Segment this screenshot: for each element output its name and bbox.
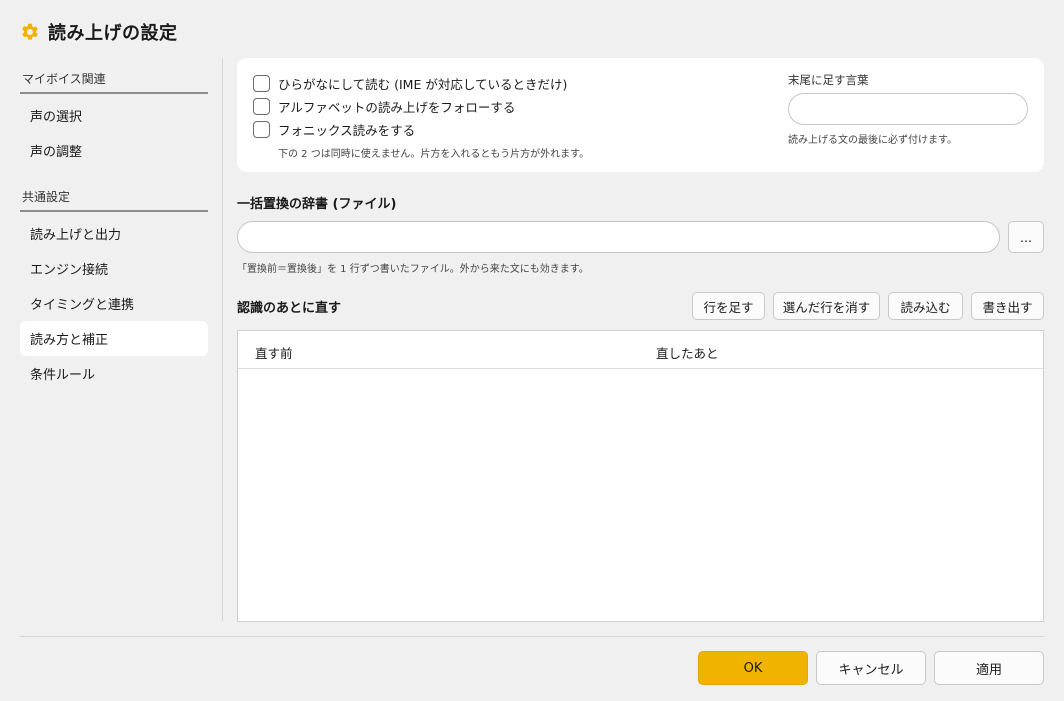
sidebar-item-timing-integration[interactable]: タイミングと連携 bbox=[20, 286, 208, 321]
phonics-reading-label: フォニックス読みをする bbox=[278, 123, 416, 138]
cancel-button[interactable]: キャンセル bbox=[816, 651, 926, 685]
sidebar-item-voice-select[interactable]: 声の選択 bbox=[20, 98, 208, 133]
sidebar-item-conditional-rules[interactable]: 条件ルール bbox=[20, 356, 208, 391]
reading-options-card: ひらがなにして読む (IME が対応しているときだけ) アルファベットの読み上げ… bbox=[237, 58, 1044, 172]
alphabet-follow-checkbox[interactable] bbox=[253, 98, 270, 115]
sidebar-item-reading-output[interactable]: 読み上げと出力 bbox=[20, 216, 208, 251]
dictionary-browse-button[interactable]: ... bbox=[1008, 221, 1044, 253]
sidebar-section-common: 共通設定 bbox=[20, 178, 208, 212]
remove-selected-rows-button[interactable]: 選んだ行を消す bbox=[773, 292, 880, 320]
sidebar-item-engine-connection[interactable]: エンジン接続 bbox=[20, 251, 208, 286]
suffix-input[interactable] bbox=[788, 93, 1028, 125]
hiragana-reading-checkbox[interactable] bbox=[253, 75, 270, 92]
column-header-before[interactable]: 直す前 bbox=[255, 343, 293, 362]
add-row-button[interactable]: 行を足す bbox=[692, 292, 765, 320]
suffix-hint: 読み上げる文の最後に必ず付けます。 bbox=[788, 135, 957, 146]
table-header: 直す前 直したあと bbox=[238, 331, 1043, 369]
export-button[interactable]: 書き出す bbox=[971, 292, 1044, 320]
hiragana-reading-label: ひらがなにして読む (IME が対応しているときだけ) bbox=[278, 77, 568, 92]
sidebar-item-pronunciation-correction[interactable]: 読み方と補正 bbox=[20, 321, 208, 356]
corrections-heading: 認識のあとに直す bbox=[237, 301, 342, 316]
phonics-reading-checkbox[interactable] bbox=[253, 121, 270, 138]
footer-divider bbox=[20, 636, 1044, 637]
exclusive-options-note: 下の 2 つは同時に使えません。片方を入れるともう片方が外れます。 bbox=[278, 149, 590, 160]
alphabet-follow-label: アルファベットの読み上げをフォローする bbox=[278, 100, 516, 115]
corrections-table[interactable]: 直す前 直したあと bbox=[237, 330, 1044, 622]
window-title: 読み上げの設定 bbox=[48, 23, 178, 44]
gear-icon bbox=[20, 22, 40, 42]
dictionary-hint: 「置換前＝置換後」を 1 行ずつ書いたファイル。外から来た文にも効きます。 bbox=[237, 264, 589, 275]
dictionary-heading: 一括置換の辞書 (ファイル) bbox=[237, 197, 397, 212]
window-title-bar: 読み上げの設定 bbox=[20, 18, 178, 46]
dictionary-path-input[interactable] bbox=[237, 221, 1000, 253]
alphabet-follow-option[interactable]: アルファベットの読み上げをフォローする bbox=[253, 97, 515, 116]
column-header-after[interactable]: 直したあと bbox=[656, 343, 719, 362]
sidebar-section-myvoice: マイボイス関連 bbox=[20, 60, 208, 94]
hiragana-reading-option[interactable]: ひらがなにして読む (IME が対応しているときだけ) bbox=[253, 74, 567, 93]
import-button[interactable]: 読み込む bbox=[888, 292, 963, 320]
suffix-label: 末尾に足す言葉 bbox=[788, 73, 869, 87]
table-body[interactable] bbox=[238, 369, 1043, 621]
sidebar-item-voice-adjust[interactable]: 声の調整 bbox=[20, 133, 208, 168]
ok-button[interactable]: OK bbox=[698, 651, 808, 685]
settings-sidebar: マイボイス関連 声の選択 声の調整 共通設定 読み上げと出力 エンジン接続 タイ… bbox=[20, 60, 208, 391]
apply-button[interactable]: 適用 bbox=[934, 651, 1044, 685]
phonics-reading-option[interactable]: フォニックス読みをする bbox=[253, 120, 415, 139]
sidebar-divider bbox=[222, 58, 223, 621]
